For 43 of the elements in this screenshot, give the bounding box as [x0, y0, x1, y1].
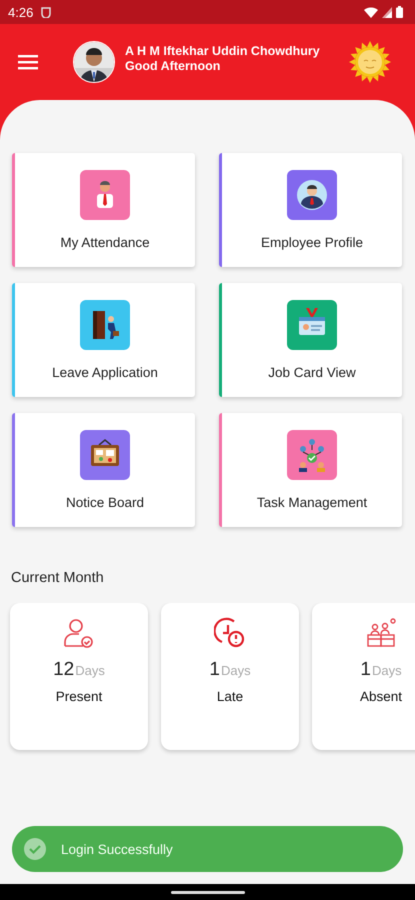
stat-unit: Days — [75, 663, 105, 678]
menu-button[interactable] — [18, 54, 38, 70]
menu-tile[interactable]: Task Management — [219, 413, 402, 527]
greeting: Good Afternoon — [125, 59, 222, 74]
stat-value: 12 — [53, 659, 74, 681]
tile-label: My Attendance — [60, 235, 150, 250]
profile-icon — [287, 170, 337, 220]
menu-tile[interactable]: Notice Board — [12, 413, 195, 527]
tile-label: Job Card View — [268, 365, 356, 380]
section-title: Current Month — [11, 570, 105, 586]
empty-desk-icon — [365, 617, 397, 649]
tile-label: Notice Board — [66, 495, 144, 510]
menu-tile[interactable]: Employee Profile — [219, 153, 402, 267]
stat-unit: Days — [220, 663, 251, 678]
menu-tile[interactable]: Job Card View — [219, 283, 402, 397]
stat-label: Late — [216, 689, 244, 704]
tile-label: Leave Application — [52, 365, 158, 380]
signal-icon — [382, 6, 392, 18]
notice-board-icon — [80, 430, 130, 480]
stat-value: 1 — [209, 659, 220, 681]
sun-icon — [349, 41, 391, 83]
user-name: A H M Iftekhar Uddin Chowdhury — [125, 44, 320, 59]
wifi-icon — [364, 6, 378, 18]
battery-icon — [396, 6, 403, 18]
stat-value: 1 — [360, 659, 371, 681]
stat-label: Present — [56, 689, 102, 704]
menu-tile[interactable]: Leave Application — [12, 283, 195, 397]
door-exit-icon — [80, 300, 130, 350]
toast-message: Login Successfully — [61, 842, 173, 856]
notification-icon — [41, 6, 52, 18]
person-check-icon — [63, 617, 95, 649]
stat-unit: Days — [372, 663, 402, 678]
clock-alert-icon — [214, 617, 246, 649]
home-handle[interactable] — [170, 890, 244, 894]
tile-label: Employee Profile — [260, 235, 364, 250]
tile-label: Task Management — [256, 495, 368, 510]
stat-label: Absent — [360, 689, 402, 704]
employee-icon — [80, 170, 130, 220]
id-card-icon — [287, 300, 337, 350]
check-icon — [24, 838, 46, 860]
menu-tile[interactable]: My Attendance — [12, 153, 195, 267]
status-time: 4:26 — [8, 4, 34, 20]
team-chart-icon — [287, 430, 337, 480]
